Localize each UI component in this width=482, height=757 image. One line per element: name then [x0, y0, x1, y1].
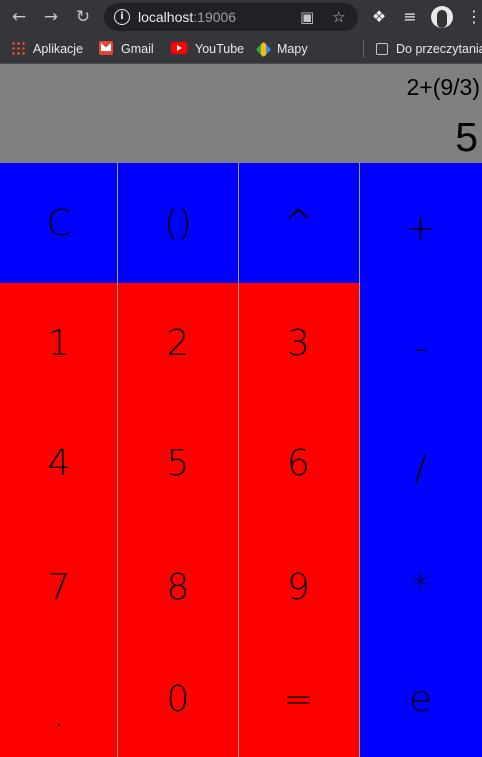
- bookmark-gmail[interactable]: Gmail: [99, 40, 154, 58]
- digit-5-button[interactable]: 5: [118, 403, 238, 523]
- bookmark-label: Aplikacje: [33, 42, 84, 56]
- digit-1-button[interactable]: 1: [0, 283, 118, 403]
- bookmark-apps[interactable]: Aplikacje: [11, 40, 83, 58]
- menu-icon[interactable]: ⋮: [464, 6, 482, 28]
- divide-button[interactable]: /: [359, 403, 482, 533]
- reload-icon[interactable]: ↻: [72, 6, 94, 28]
- digit-3-button[interactable]: 3: [238, 283, 359, 403]
- decimal-button[interactable]: .: [0, 642, 118, 757]
- bookmarks-bar: Aplikacje Gmail YouTube Mapy Do przeczyt…: [0, 34, 482, 64]
- key-divider: [359, 163, 360, 757]
- e-button[interactable]: e: [359, 642, 482, 757]
- digit-4-button[interactable]: 4: [0, 403, 118, 523]
- info-icon[interactable]: i: [114, 9, 130, 25]
- result-text: 5: [455, 114, 478, 160]
- apps-icon: [11, 41, 25, 55]
- gmail-icon: [99, 41, 113, 55]
- calculator-display: 2+(9/3) 5: [0, 64, 482, 163]
- reading-list[interactable]: Do przeczytania: [376, 40, 482, 58]
- digit-8-button[interactable]: 8: [118, 522, 238, 652]
- address-bar[interactable]: i localhost:19006 ▣ ☆: [104, 3, 358, 31]
- key-divider: [238, 163, 239, 757]
- bookmark-label: YouTube: [195, 42, 245, 56]
- plus-button[interactable]: +: [359, 163, 482, 293]
- reading-list-icon: [376, 43, 388, 55]
- bookmark-maps[interactable]: Mapy: [255, 40, 308, 58]
- translate-icon[interactable]: ▣: [300, 8, 314, 26]
- bookmark-youtube[interactable]: YouTube: [171, 40, 244, 58]
- avatar[interactable]: [431, 6, 453, 28]
- multiply-button[interactable]: *: [359, 522, 482, 652]
- expression-text: 2+(9/3): [406, 74, 480, 100]
- browser-toolbar: ← → ↻ i localhost:19006 ▣ ☆ ❖ ≡ ⋮: [0, 0, 482, 34]
- youtube-icon: [171, 42, 187, 54]
- parentheses-button[interactable]: (): [118, 163, 238, 283]
- digit-2-button[interactable]: 2: [118, 283, 238, 403]
- media-icon[interactable]: ≡: [400, 6, 420, 28]
- power-button[interactable]: ^: [238, 163, 359, 283]
- maps-icon: [255, 41, 272, 58]
- digit-7-button[interactable]: 7: [0, 522, 118, 652]
- digit-0-button[interactable]: 0: [118, 642, 238, 757]
- reading-list-label: Do przeczytania: [396, 42, 482, 56]
- minus-button[interactable]: -: [359, 283, 482, 413]
- key-divider: [117, 163, 118, 757]
- url-port: :19006: [193, 9, 237, 25]
- clear-button[interactable]: C: [0, 163, 118, 283]
- bookmark-label: Mapy: [277, 42, 308, 56]
- forward-icon[interactable]: →: [40, 6, 62, 28]
- bookmarks-separator: [363, 40, 364, 58]
- digit-9-button[interactable]: 9: [238, 522, 359, 652]
- url-text[interactable]: localhost:19006: [138, 8, 236, 26]
- extensions-icon[interactable]: ❖: [369, 6, 389, 28]
- url-host: localhost: [138, 9, 194, 25]
- star-icon[interactable]: ☆: [332, 8, 345, 26]
- bookmark-label: Gmail: [121, 42, 154, 56]
- equals-button[interactable]: =: [238, 642, 359, 757]
- back-icon[interactable]: ←: [8, 6, 30, 28]
- digit-6-button[interactable]: 6: [238, 403, 359, 523]
